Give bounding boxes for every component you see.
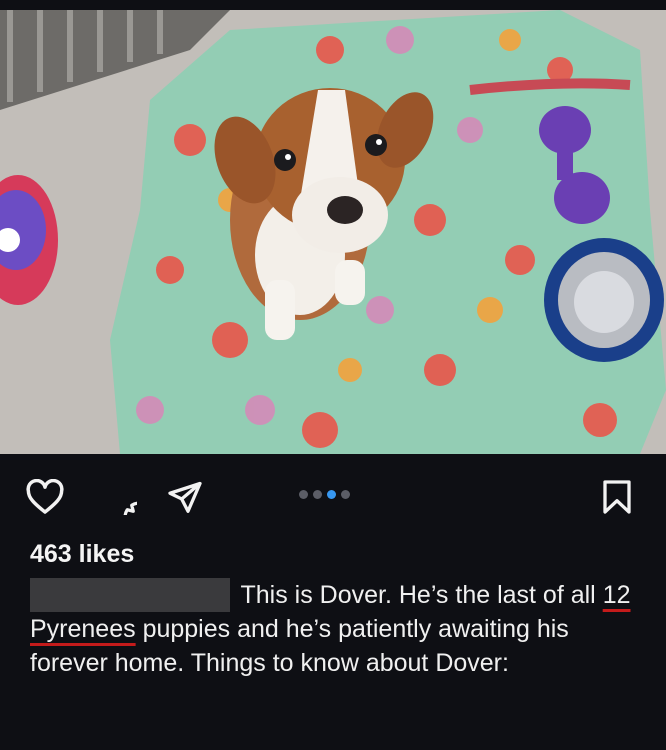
comment-button[interactable] bbox=[98, 476, 140, 518]
save-button[interactable] bbox=[596, 476, 638, 518]
heart-icon bbox=[26, 479, 64, 514]
comment-icon bbox=[123, 501, 137, 515]
send-icon bbox=[168, 481, 202, 513]
top-bar bbox=[0, 0, 666, 10]
puppy-photo-illustration bbox=[0, 10, 666, 454]
carousel-dot bbox=[341, 490, 350, 499]
likes-count[interactable]: 463 likes bbox=[30, 540, 134, 569]
carousel-dot-active bbox=[327, 490, 336, 499]
caption-text-part1: This is Dover. He’s the last of all bbox=[234, 581, 603, 609]
share-button[interactable] bbox=[164, 476, 206, 518]
post-caption: This is Dover. He’s the last of all 12 P… bbox=[30, 578, 640, 680]
post-image[interactable] bbox=[0, 10, 666, 454]
post-actions-bar bbox=[0, 462, 666, 532]
carousel-dot bbox=[299, 490, 308, 499]
bookmark-icon bbox=[603, 480, 631, 514]
redacted-username bbox=[30, 578, 230, 612]
like-button[interactable] bbox=[24, 476, 66, 518]
carousel-indicator bbox=[299, 490, 350, 499]
carousel-dot bbox=[313, 490, 322, 499]
